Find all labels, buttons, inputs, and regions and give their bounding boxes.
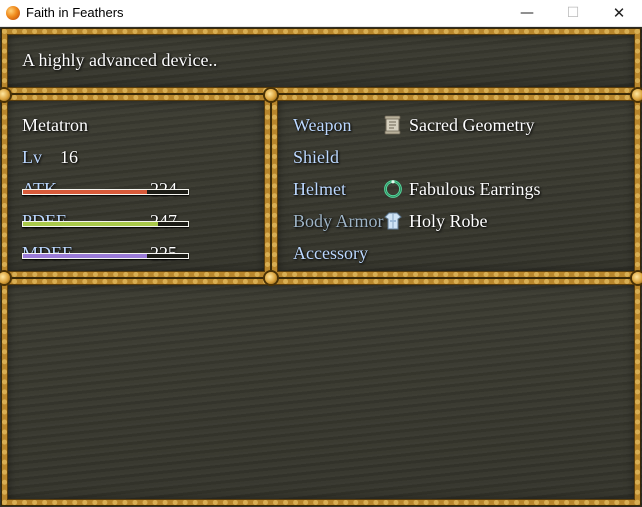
actor-name: Metatron bbox=[22, 115, 88, 135]
slot-helmet-label[interactable]: Helmet bbox=[293, 179, 346, 200]
slot-weapon-label[interactable]: Weapon bbox=[293, 115, 352, 136]
slot-weapon-item[interactable]: Sacred Geometry bbox=[409, 115, 534, 136]
mdef-bar bbox=[22, 253, 189, 259]
title-bar: Faith in Feathers — ☐ ✕ bbox=[0, 0, 642, 27]
pdef-bar bbox=[22, 221, 189, 227]
frame-ornament bbox=[632, 89, 642, 101]
frame-ornament bbox=[265, 272, 277, 284]
level-value: 16 bbox=[60, 147, 78, 167]
actor-status-window: Metatron Lv 16 ATK 224 PDEF 247 MDEF 225 bbox=[2, 95, 270, 277]
minimize-button[interactable]: — bbox=[504, 0, 550, 26]
close-button[interactable]: ✕ bbox=[596, 0, 642, 26]
slot-helmet-item[interactable]: Fabulous Earrings bbox=[409, 179, 540, 200]
frame-ornament bbox=[632, 272, 642, 284]
help-text: A highly advanced device.. bbox=[22, 50, 218, 70]
item-list-window[interactable] bbox=[2, 279, 640, 505]
atk-bar bbox=[22, 189, 189, 195]
maximize-button[interactable]: ☐ bbox=[550, 0, 596, 26]
frame-ornament bbox=[265, 89, 277, 101]
pdef-bar-fill bbox=[23, 222, 159, 226]
slot-shield-label[interactable]: Shield bbox=[293, 147, 339, 168]
slot-accessory-label[interactable]: Accessory bbox=[293, 243, 368, 264]
scroll-icon bbox=[384, 115, 401, 135]
help-window: A highly advanced device.. bbox=[2, 29, 640, 93]
slot-body-armor-item[interactable]: Holy Robe bbox=[409, 211, 488, 232]
equipment-window: Weapon Sacred Geometry Shield Helmet Fab… bbox=[272, 95, 640, 277]
atk-bar-fill bbox=[23, 190, 147, 194]
app-icon bbox=[6, 6, 20, 20]
window-title: Faith in Feathers bbox=[26, 5, 124, 20]
robe-icon bbox=[384, 212, 402, 230]
slot-body-armor-label[interactable]: Body Armor bbox=[293, 211, 384, 232]
ring-icon bbox=[384, 180, 402, 198]
game-screen: A highly advanced device.. Metatron Lv 1… bbox=[0, 27, 642, 507]
mdef-bar-fill bbox=[23, 254, 147, 258]
level-label: Lv bbox=[22, 147, 42, 167]
